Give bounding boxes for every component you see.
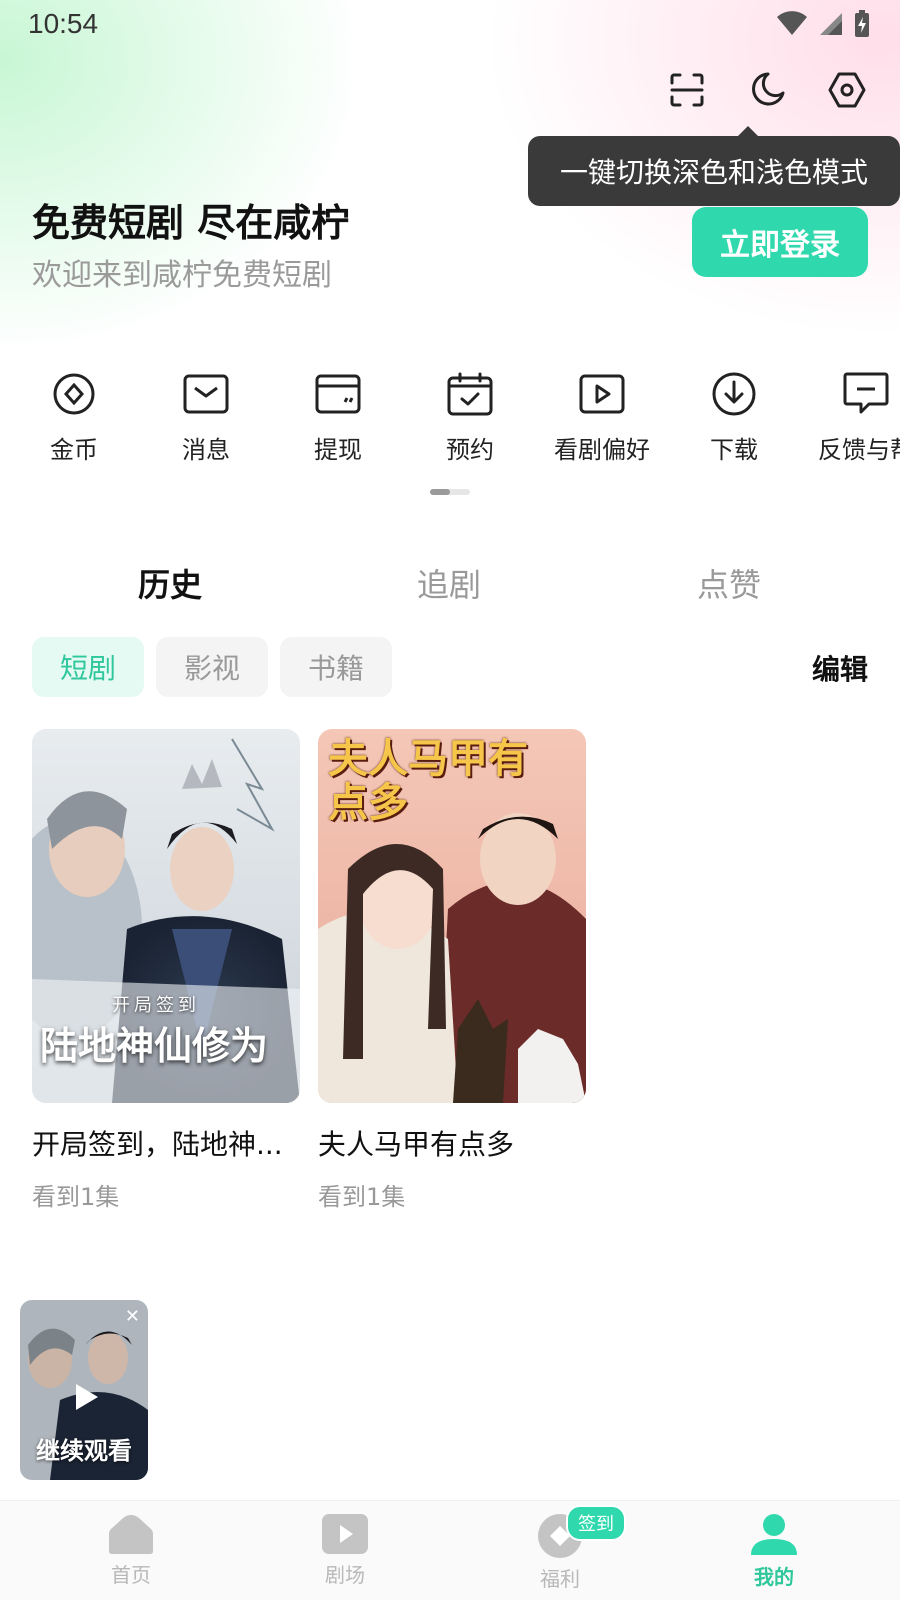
scan-icon <box>670 73 704 107</box>
poster-image: 夫人马甲有点多 <box>318 729 586 1103</box>
tooltip-text: 一键切换深色和浅色模式 <box>559 156 868 189</box>
nav-label: 福利 <box>540 1567 580 1591</box>
quick-action-preference[interactable]: 看剧偏好 <box>536 370 668 465</box>
quick-action-coin[interactable]: 金币 <box>8 370 140 465</box>
login-button[interactable]: 立即登录 <box>692 207 868 277</box>
quick-action-reserve[interactable]: 预约 <box>404 370 536 465</box>
nav-item-home[interactable]: 首页 <box>71 1513 191 1588</box>
quick-action-label: 看剧偏好 <box>554 436 650 464</box>
nav-label: 首页 <box>111 1563 151 1587</box>
chip-short-drama[interactable]: 短剧 <box>32 637 144 697</box>
tab-likes[interactable]: 点赞 <box>697 560 761 606</box>
content-tabs: 历史 追剧 点赞 <box>0 560 900 610</box>
chip-books[interactable]: 书籍 <box>280 637 392 697</box>
hero-subtitle: 欢迎来到咸柠免费短剧 <box>32 258 332 293</box>
quick-actions-row: 金币 消息 提现 预约 看剧偏好 下载 反馈与帮 <box>0 370 900 470</box>
poster-image: 开局签到 陆地神仙修为 <box>32 729 300 1103</box>
card-title: 夫人马甲有点多 <box>318 1128 515 1161</box>
theater-icon <box>322 1514 368 1554</box>
poster-title-text: 夫人马甲有点多 <box>328 736 528 826</box>
quick-action-feedback[interactable]: 反馈与帮 <box>800 370 900 465</box>
tab-history[interactable]: 历史 <box>138 560 202 606</box>
nav-label: 我的 <box>754 1565 794 1589</box>
nav-item-welfare[interactable]: 福利 签到 <box>500 1505 626 1592</box>
card-progress: 看到1集 <box>32 1183 120 1211</box>
sign-in-badge: 签到 <box>566 1505 626 1541</box>
quick-action-label: 金币 <box>50 436 98 464</box>
message-icon <box>183 374 229 414</box>
history-card[interactable]: 夫人马甲有点多 夫人马甲有点多 看到1集 <box>318 729 586 1212</box>
coin-icon <box>53 373 95 415</box>
dark-mode-tooltip: 一键切换深色和浅色模式 <box>528 126 900 206</box>
play-icon <box>76 1384 98 1410</box>
calendar-icon <box>447 372 493 416</box>
quick-action-message[interactable]: 消息 <box>140 370 272 465</box>
card-title: 开局签到，陆地神... <box>32 1128 283 1161</box>
page-indicator-dot <box>430 489 450 495</box>
nav-item-profile[interactable]: 我的 <box>714 1513 834 1590</box>
dark-mode-button[interactable] <box>746 68 788 112</box>
quick-action-label: 预约 <box>446 436 494 464</box>
quick-action-label: 消息 <box>182 436 230 464</box>
history-card[interactable]: 开局签到 陆地神仙修为 开局签到，陆地神... 看到1集 <box>32 729 300 1212</box>
signal-icon <box>820 13 842 35</box>
quick-action-withdraw[interactable]: 提现 <box>272 370 404 465</box>
gear-icon <box>828 72 866 108</box>
play-preference-icon <box>579 374 625 414</box>
feedback-icon <box>843 372 889 414</box>
quick-action-label: 下载 <box>710 436 758 464</box>
settings-button[interactable] <box>826 68 868 112</box>
home-icon <box>109 1515 153 1554</box>
status-bar: 10:54 <box>0 0 900 50</box>
card-progress: 看到1集 <box>318 1183 406 1211</box>
page-indicator <box>430 489 470 495</box>
nav-label: 剧场 <box>325 1563 365 1587</box>
profile-icon <box>751 1514 797 1555</box>
poster-title-sub: 开局签到 <box>112 995 200 1016</box>
bottom-nav: 首页 剧场 福利 签到 我的 <box>0 1500 900 1600</box>
quick-action-label: 提现 <box>314 436 362 464</box>
tab-following[interactable]: 追剧 <box>417 560 481 606</box>
top-actions <box>666 68 868 112</box>
wallet-icon <box>315 374 361 414</box>
quick-action-download[interactable]: 下载 <box>668 370 800 465</box>
continue-watching-mini-player[interactable]: ✕ 继续观看 <box>20 1300 148 1480</box>
hero-title: 免费短剧 尽在咸柠 <box>32 201 350 245</box>
poster-title-text: 陆地神仙修为 <box>40 1023 269 1068</box>
nav-item-theater[interactable]: 剧场 <box>285 1513 405 1588</box>
quick-action-label: 反馈与帮 <box>818 436 900 464</box>
wifi-icon <box>777 11 807 36</box>
scan-button[interactable] <box>666 68 708 112</box>
status-icons <box>776 10 870 38</box>
edit-button[interactable]: 编辑 <box>812 648 868 688</box>
status-time: 10:54 <box>28 8 99 39</box>
chip-film-tv[interactable]: 影视 <box>156 637 268 697</box>
category-chips: 短剧 影视 书籍 <box>32 637 392 697</box>
close-icon[interactable]: ✕ <box>125 1306 140 1327</box>
continue-watching-label: 继续观看 <box>36 1437 132 1465</box>
download-icon <box>712 372 756 416</box>
battery-icon <box>855 10 869 37</box>
moon-icon <box>752 72 785 106</box>
